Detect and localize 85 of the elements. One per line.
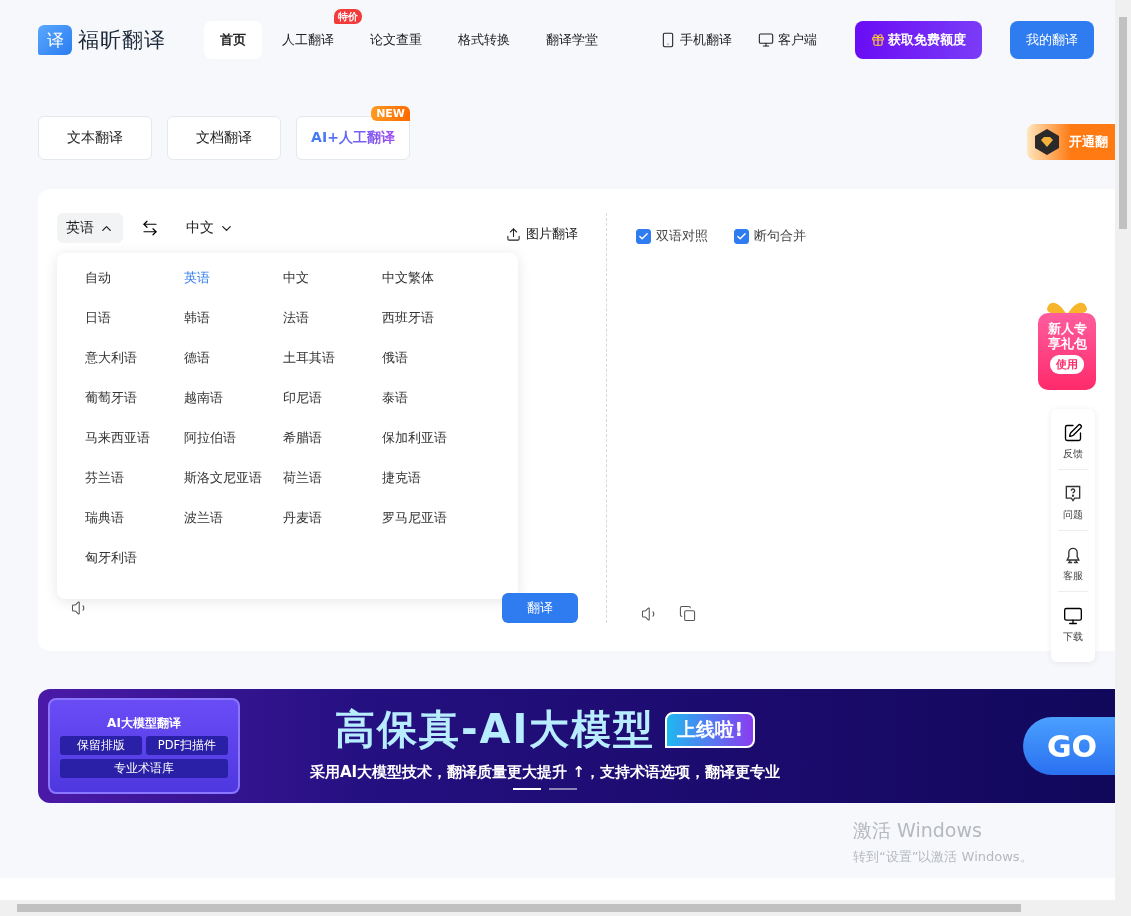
question-bubble-icon — [1063, 484, 1083, 504]
new-badge: NEW — [371, 106, 410, 121]
check-icon — [736, 230, 747, 242]
checkbox-label: 双语对照 — [656, 227, 708, 245]
language-option[interactable]: 丹麦语 — [283, 510, 382, 550]
language-option[interactable]: 越南语 — [184, 390, 283, 430]
go-button[interactable]: GO — [1023, 717, 1115, 775]
phone-icon — [660, 32, 676, 48]
nav-tab[interactable]: 翻译学堂 — [530, 21, 614, 59]
language-option[interactable]: 泰语 — [382, 390, 481, 430]
language-option[interactable]: 俄语 — [382, 350, 481, 390]
banner-headline: 高保真-AI大模型 — [334, 705, 656, 754]
free-quota-button[interactable]: 获取免费额度 — [855, 21, 982, 59]
language-option[interactable]: 马来西亚语 — [85, 430, 184, 470]
feature-tag: PDF扫描件 — [146, 735, 228, 755]
translate-button[interactable]: 翻译 — [502, 593, 578, 623]
promo-banner[interactable]: AI大模型翻译 保留排版 PDF扫描件 专业术语库 高保真-AI大模型 上线啦! 采用AI大模型技术，翻译质量更大提升 ↑，支持术语选项，翻译更专业 GO — [38, 689, 1115, 803]
image-translate-button[interactable]: 图片翻译 — [506, 225, 578, 243]
activation-title: 激活 Windows — [853, 818, 983, 843]
checkbox[interactable] — [636, 228, 651, 244]
language-option[interactable]: 法语 — [283, 310, 382, 350]
use-button[interactable]: 使用 — [1050, 355, 1084, 374]
upload-icon — [506, 226, 521, 242]
gift-icon — [871, 33, 885, 47]
tool-label[interactable]: 客服 — [1063, 569, 1083, 583]
monitor-icon — [758, 32, 774, 48]
language-option[interactable]: 波兰语 — [184, 510, 283, 550]
language-option[interactable]: 英语 — [184, 270, 283, 310]
language-option[interactable]: 德语 — [184, 350, 283, 390]
language-option[interactable]: 西班牙语 — [382, 310, 481, 350]
nav-tab[interactable]: 格式转换 — [442, 21, 526, 59]
check-icon — [638, 230, 649, 242]
sale-badge: 特价 — [334, 9, 362, 24]
language-option[interactable]: 希腊语 — [283, 430, 382, 470]
banner-subline: 采用AI大模型技术，翻译质量更大提升 ↑，支持术语选项，翻译更专业 — [310, 763, 780, 782]
gift-pack[interactable]: 新人专 享礼包 使用 — [1038, 313, 1096, 390]
language-option[interactable]: 中文 — [283, 270, 382, 310]
language-option[interactable]: 日语 — [85, 310, 184, 350]
mode-tab[interactable]: 文本翻译 — [38, 116, 152, 160]
my-translation-button[interactable]: 我的翻译 — [1010, 21, 1094, 59]
mode-tab[interactable]: 文档翻译 — [167, 116, 281, 160]
swap-icon[interactable] — [141, 219, 159, 237]
language-option[interactable]: 瑞典语 — [85, 510, 184, 550]
diamond-icon — [1033, 128, 1061, 156]
feature-tag: 专业术语库 — [60, 758, 228, 778]
target-language-select[interactable]: 中文 — [177, 213, 243, 243]
language-option[interactable]: 匈牙利语 — [85, 550, 184, 590]
edit-icon — [1063, 423, 1083, 443]
language-option[interactable]: 阿拉伯语 — [184, 430, 283, 470]
feature-tag: 保留排版 — [60, 735, 142, 755]
feature-title: AI大模型翻译 — [106, 714, 182, 732]
logo-text[interactable]: 福昕翻译 — [78, 26, 166, 54]
checkbox[interactable] — [734, 228, 749, 244]
nav-tab[interactable]: 人工翻译 — [266, 21, 350, 59]
vertical-scrollbar[interactable] — [1115, 0, 1131, 900]
mode-tab[interactable]: AI+人工翻译 — [296, 116, 410, 160]
language-option[interactable]: 罗马尼亚语 — [382, 510, 481, 550]
tool-label[interactable]: 下载 — [1063, 630, 1083, 644]
language-option[interactable]: 自动 — [85, 270, 184, 310]
language-option[interactable]: 保加利亚语 — [382, 430, 481, 470]
checkbox-label: 断句合并 — [754, 227, 806, 245]
language-option[interactable]: 土耳其语 — [283, 350, 382, 390]
header-link[interactable]: 客户端 — [778, 31, 817, 49]
nav-tab[interactable]: 首页 — [204, 21, 262, 59]
activation-text: 转到“设置”以激活 Windows。 — [853, 848, 1033, 866]
source-language-select[interactable]: 英语 — [57, 213, 123, 243]
language-option[interactable]: 韩语 — [184, 310, 283, 350]
language-option[interactable]: 荷兰语 — [283, 470, 382, 510]
tool-label[interactable]: 反馈 — [1063, 447, 1083, 461]
language-option[interactable]: 葡萄牙语 — [85, 390, 184, 430]
header-link[interactable]: 手机翻译 — [680, 31, 732, 49]
gift-title: 新人专 — [1047, 321, 1087, 336]
language-option[interactable]: 芬兰语 — [85, 470, 184, 510]
horizontal-scrollbar[interactable] — [0, 900, 1131, 916]
language-option[interactable]: 中文繁体 — [382, 270, 481, 310]
copy-icon[interactable] — [679, 605, 696, 622]
language-option[interactable]: 斯洛文尼亚语 — [184, 470, 283, 510]
monitor-icon — [1063, 606, 1083, 626]
language-option[interactable]: 意大利语 — [85, 350, 184, 390]
launch-tag: 上线啦! — [665, 711, 756, 748]
nav-tab[interactable]: 论文查重 — [354, 21, 438, 59]
language-option[interactable]: 捷克语 — [382, 470, 481, 510]
language-option[interactable]: 印尼语 — [283, 390, 382, 430]
gift-title: 享礼包 — [1047, 336, 1087, 351]
tool-label[interactable]: 问题 — [1063, 508, 1083, 522]
